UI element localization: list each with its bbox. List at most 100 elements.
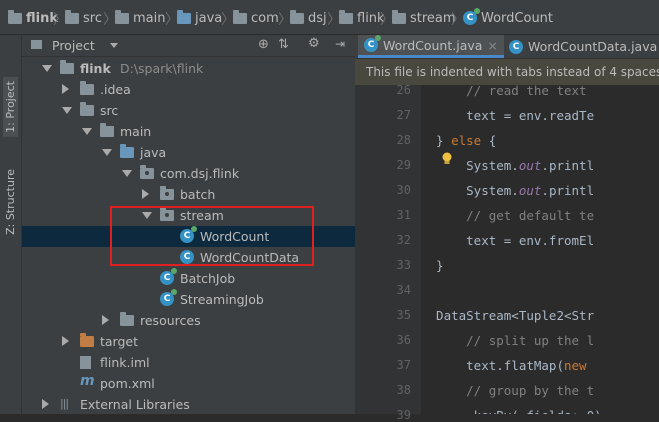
- tree-item-resources[interactable]: resources: [22, 310, 355, 331]
- expand-right-icon[interactable]: [102, 315, 109, 325]
- breadcrumb-item-3[interactable]: java: [177, 9, 222, 27]
- line-number: 30: [396, 183, 411, 197]
- tree-item-batchjob[interactable]: C BatchJob: [22, 268, 355, 289]
- breadcrumb-item-1[interactable]: src: [65, 9, 102, 27]
- locate-icon[interactable]: ⊕: [258, 37, 269, 52]
- breadcrumb-item-2[interactable]: main: [115, 9, 165, 27]
- folder-icon: [80, 81, 94, 95]
- code-line[interactable]: // read the text: [421, 85, 586, 98]
- library-icon: |||: [60, 397, 69, 410]
- project-tool-tab[interactable]: 1: Project: [3, 77, 18, 137]
- folder-icon: [115, 9, 129, 24]
- tree-item-flink-iml[interactable]: flink.iml: [22, 352, 355, 373]
- folder-icon: [8, 9, 22, 24]
- iml-icon: [80, 356, 91, 369]
- tree-item-external-libraries[interactable]: ||| External Libraries: [22, 394, 355, 415]
- editor-tab-1[interactable]: C WordCountData.java: [503, 35, 659, 58]
- tree-item-label: StreamingJob: [180, 292, 264, 307]
- folder-icon: [65, 9, 79, 24]
- expand-down-icon[interactable]: [62, 107, 72, 114]
- editor-tab-0[interactable]: C WordCount.java ×: [358, 35, 504, 58]
- tree-item--idea[interactable]: .idea: [22, 79, 355, 100]
- breadcrumb-label: src: [83, 10, 102, 26]
- breadcrumb-item-4[interactable]: com: [233, 9, 279, 27]
- editor-gutter: 26 27 28 29 30 31 32 33 34 35 36 37 38 39: [355, 83, 421, 422]
- indentation-notice: This file is indented with tabs instead …: [355, 59, 659, 85]
- tree-item-flink[interactable]: flink D:\spark\flink: [22, 58, 355, 79]
- breadcrumb-label: main: [133, 10, 166, 26]
- expand-down-icon[interactable]: [82, 128, 92, 135]
- hide-panel-icon[interactable]: ⇥: [335, 37, 345, 51]
- project-panel-title[interactable]: Project: [52, 38, 95, 53]
- line-number: 28: [396, 133, 411, 147]
- tree-item-streamingjob[interactable]: C StreamingJob: [22, 289, 355, 310]
- folder-icon: [339, 9, 353, 24]
- class-run-icon: C: [160, 268, 177, 285]
- tree-item-label: pom.xml: [100, 376, 155, 391]
- view-dropdown-icon[interactable]: [110, 43, 118, 48]
- expand-down-icon[interactable]: [42, 65, 52, 72]
- tree-item-main[interactable]: main: [22, 121, 355, 142]
- breadcrumb-item-5[interactable]: dsj: [290, 9, 327, 27]
- code-line[interactable]: // get default te: [421, 208, 594, 223]
- folder-icon: [120, 312, 134, 326]
- close-tab-icon[interactable]: ×: [487, 38, 497, 53]
- code-editor[interactable]: // read the text text = env.readTe } els…: [421, 85, 659, 414]
- expand-right-icon[interactable]: [42, 399, 49, 409]
- project-path: D:\spark\flink: [120, 61, 204, 76]
- breadcrumb-item-7[interactable]: stream: [392, 9, 456, 27]
- folder-icon: [80, 102, 94, 116]
- expand-down-icon[interactable]: [122, 170, 132, 177]
- package-icon: [140, 165, 154, 179]
- code-line[interactable]: DataStream<Tuple2<Str: [421, 308, 594, 323]
- class-run-icon: C: [160, 289, 177, 306]
- tree-item-src[interactable]: src: [22, 100, 355, 121]
- tree-item-label: flink.iml: [100, 355, 150, 370]
- code-line[interactable]: // split up the l: [421, 333, 594, 348]
- tree-item-label: resources: [140, 313, 201, 328]
- breadcrumb-item-6[interactable]: flink: [339, 9, 385, 27]
- editor-tab-label: WordCount.java: [383, 37, 483, 53]
- code-line[interactable]: text = env.readTe: [421, 108, 594, 123]
- code-line[interactable]: text.flatMap(new: [421, 358, 594, 373]
- line-number: 37: [396, 358, 411, 372]
- tree-item-target[interactable]: target: [22, 331, 355, 352]
- class-icon: C: [463, 8, 480, 25]
- line-number: 27: [396, 108, 411, 122]
- navigation-breadcrumb: flink 〉 src 〉 main 〉 java 〉 com 〉 dsj 〉 flink 〉 stream…: [0, 0, 659, 35]
- collapse-all-icon[interactable]: ⇅: [278, 37, 289, 52]
- code-line[interactable]: .keyBy( fields: 0): [421, 408, 601, 414]
- package-icon: [160, 186, 174, 200]
- expand-right-icon[interactable]: [62, 336, 69, 346]
- breadcrumb-item-8[interactable]: C WordCount: [463, 8, 553, 27]
- expand-down-icon[interactable]: [102, 149, 112, 156]
- line-number: 31: [396, 208, 411, 222]
- tree-item-label: batch: [180, 187, 216, 202]
- tree-item-label: src: [100, 103, 119, 118]
- tree-item-java[interactable]: java: [22, 142, 355, 163]
- gear-icon[interactable]: ⚙: [308, 36, 320, 51]
- lightbulb-icon[interactable]: [441, 152, 453, 169]
- folder-blue-icon: [177, 9, 191, 24]
- tree-item-com-dsj-flink[interactable]: com.dsj.flink: [22, 163, 355, 184]
- tree-item-label: target: [100, 334, 139, 349]
- breadcrumb-item-0[interactable]: flink: [8, 9, 58, 27]
- code-line[interactable]: System.out.printl: [421, 183, 594, 198]
- line-number: 35: [396, 308, 411, 322]
- code-line[interactable]: text = env.fromEl: [421, 233, 594, 248]
- line-number: 39: [396, 408, 411, 422]
- project-view-icon: [31, 40, 42, 49]
- folder-icon: [233, 9, 247, 24]
- highlight-box: [110, 206, 314, 266]
- class-icon: C: [509, 39, 523, 54]
- tree-item-label: External Libraries: [80, 397, 190, 412]
- code-line[interactable]: } else {: [421, 133, 496, 148]
- folder-orange-icon: [80, 333, 94, 347]
- expand-right-icon[interactable]: [142, 189, 149, 199]
- tree-item-batch[interactable]: batch: [22, 184, 355, 205]
- code-line[interactable]: }: [421, 258, 444, 273]
- code-line[interactable]: // group by the t: [421, 383, 594, 398]
- tree-item-pom-xml[interactable]: m pom.xml: [22, 373, 355, 394]
- expand-right-icon[interactable]: [62, 84, 69, 94]
- structure-tool-tab[interactable]: Z: Structure: [3, 165, 18, 239]
